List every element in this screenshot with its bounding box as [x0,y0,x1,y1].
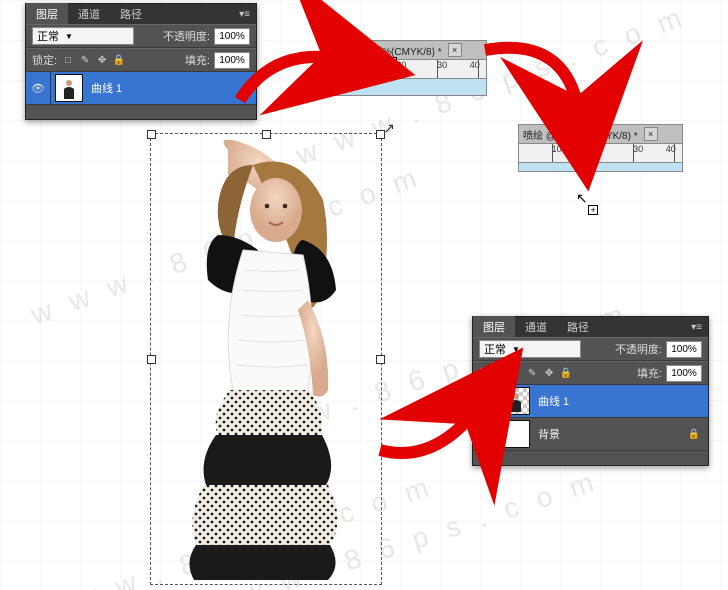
ruler-mark: 30 [633,144,643,154]
rotate-handle-icon[interactable]: ↗ [383,120,395,137]
transform-handle-tc[interactable] [262,130,271,139]
lock-position-icon[interactable]: ✥ [95,55,109,66]
fill-input[interactable]: 100% [666,365,702,382]
layer-name: 曲线 1 [87,80,122,96]
layer-row[interactable]: 👁 曲线 1 [473,385,708,418]
lock-position-icon[interactable]: ✥ [542,368,556,379]
layer-thumbnail [502,387,530,415]
lock-icon: 🔒 [688,429,700,440]
arrow-1 [235,40,355,113]
tab-channels[interactable]: 通道 [515,316,557,338]
layer-thumbnail [55,74,83,102]
layers-panel-left: 图层 通道 路径 ▾≡ 正常▼ 不透明度: 100% 锁定: □ ✎ ✥ 🔒 填… [25,3,257,120]
opacity-label: 不透明度: [163,28,210,44]
photo-content [158,140,368,580]
panel-menu-icon[interactable]: ▾≡ [685,322,708,333]
tab-layers[interactable]: 图层 [26,3,68,25]
layer-name: 背景 [534,426,560,442]
ruler-mark: 40 [470,60,480,70]
fill-label: 填充: [185,52,210,68]
layer-row[interactable]: 👁 曲线 1 [26,72,256,105]
arrow-2 [480,35,600,138]
chevron-down-icon: ▼ [512,345,520,354]
layer-list: 👁 曲线 1 👁 背景 🔒 [473,385,708,465]
lock-all-icon[interactable]: 🔒 [112,55,126,66]
lock-transparent-icon[interactable]: □ [508,368,522,379]
lock-fill-row: 锁定: □ ✎ ✥ 🔒 填充: 100% [26,48,256,72]
ruler-mark: 10 [356,60,366,70]
lock-label: 锁定: [32,52,57,68]
tab-paths[interactable]: 路径 [557,316,599,338]
lock-icons: □ ✎ ✥ 🔒 [61,55,126,66]
blend-opacity-row: 正常▼ 不透明度: 100% [26,24,256,48]
tab-channels[interactable]: 通道 [68,3,110,25]
transform-handle-ml[interactable] [147,355,156,364]
arrow-3 [375,395,495,468]
ruler-horizontal: 10 20 30 40 [518,144,683,163]
blend-opacity-row: 正常 ▼ 不透明度: 100% [473,337,708,361]
layer-name: 曲线 1 [534,393,569,409]
ruler-mark: 10 [552,144,562,154]
blend-mode-select[interactable]: 正常 ▼ [479,340,581,358]
lock-pixels-icon[interactable]: ✎ [78,55,92,66]
move-cursor-icon: ↖+ [375,42,387,59]
tab-layers[interactable]: 图层 [473,316,515,338]
lock-transparent-icon[interactable]: □ [61,55,75,66]
opacity-label: 不透明度: [615,341,662,357]
transform-handle-tl[interactable] [147,130,156,139]
lock-all-icon[interactable]: 🔒 [559,368,573,379]
move-cursor-icon: ↖+ [576,190,588,207]
lock-pixels-icon[interactable]: ✎ [525,368,539,379]
chevron-down-icon: ▼ [65,32,73,41]
fill-label: 填充: [637,365,662,381]
opacity-input[interactable]: 100% [666,341,702,358]
ruler-mark: 20 [592,144,602,154]
layers-panel-right: 图层 通道 路径 ▾≡ 正常 ▼ 不透明度: 100% 锁定: □ ✎ ✥ 🔒 填… [472,316,709,466]
blend-mode-value: 正常 [484,341,506,357]
canvas-preview [518,163,683,172]
layer-thumbnail [502,420,530,448]
layer-list: 👁 曲线 1 [26,72,256,119]
blend-mode-select[interactable]: 正常 ▼ [32,27,134,45]
layer-row[interactable]: 👁 背景 🔒 [473,418,708,451]
tab-paths[interactable]: 路径 [110,3,152,25]
transform-handle-mr[interactable] [376,355,385,364]
close-icon[interactable]: × [448,43,462,57]
panel-tabbar: 图层 通道 路径 ▾≡ [26,4,256,24]
visibility-toggle[interactable]: 👁 [26,72,51,104]
close-icon[interactable]: × [644,127,658,141]
lock-label: 锁定: [479,365,504,381]
lock-icons: □ ✎ ✥ 🔒 [508,368,573,379]
ruler-mark: 30 [437,60,447,70]
lock-fill-row: 锁定: □ ✎ ✥ 🔒 填充: 100% [473,361,708,385]
ruler-mark: 20 [396,60,406,70]
blend-mode-value: 正常 [37,28,59,44]
panel-menu-icon[interactable]: ▾≡ [233,9,256,20]
ruler-mark: 40 [666,144,676,154]
panel-tabbar: 图层 通道 路径 ▾≡ [473,317,708,337]
